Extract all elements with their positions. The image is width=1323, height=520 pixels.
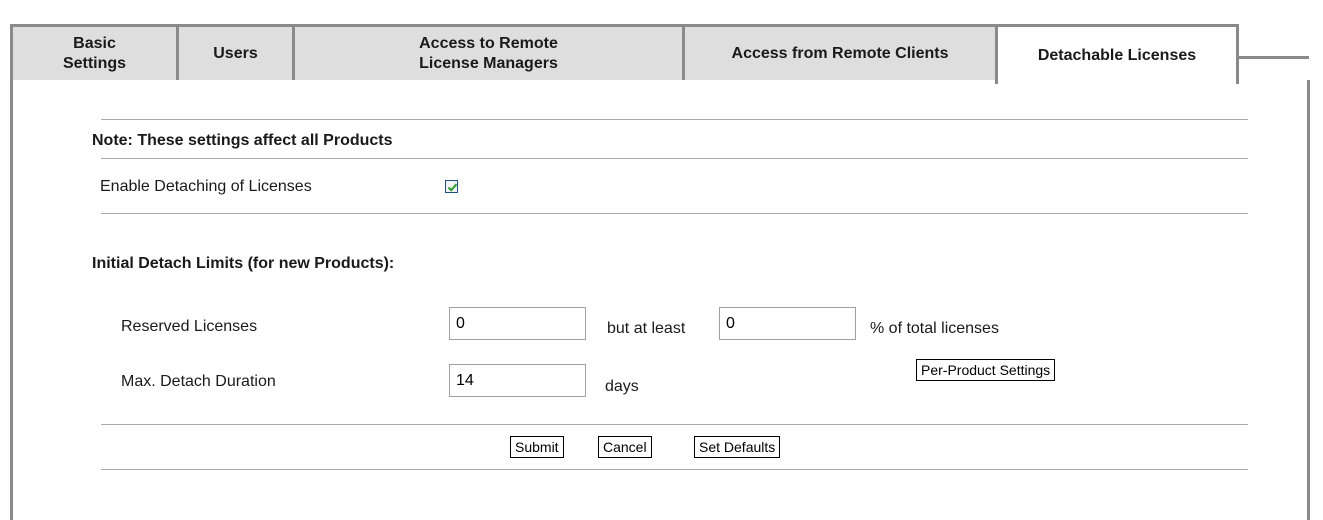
- tab-baseline: [1237, 56, 1309, 59]
- set-defaults-button[interactable]: Set Defaults: [694, 436, 781, 458]
- tab-label: Access to Remote License Managers: [419, 34, 558, 72]
- tab-detachable-licenses[interactable]: Detachable Licenses: [995, 24, 1239, 84]
- divider: [101, 424, 1248, 425]
- per-product-settings-button[interactable]: Per-Product Settings: [916, 359, 1056, 381]
- tab-basic-settings[interactable]: Basic Settings: [10, 24, 176, 80]
- tab-bar: Basic Settings Users Access to Remote Li…: [10, 24, 1307, 84]
- max-detach-duration-label: Max. Detach Duration: [121, 373, 276, 390]
- percent-of-total-label: % of total licenses: [870, 320, 999, 337]
- cancel-button[interactable]: Cancel: [598, 436, 652, 458]
- submit-button[interactable]: Submit: [510, 436, 564, 458]
- divider: [101, 469, 1248, 470]
- reserved-licenses-label: Reserved Licenses: [121, 318, 258, 335]
- tab-label: Access from Remote Clients: [731, 44, 949, 62]
- divider: [101, 158, 1248, 159]
- divider: [101, 119, 1248, 120]
- divider: [101, 213, 1248, 214]
- tab-label: Basic Settings: [62, 34, 127, 72]
- tab-access-to-remote-license-managers[interactable]: Access to Remote License Managers: [292, 24, 682, 80]
- tab-label: Detachable Licenses: [1037, 46, 1197, 64]
- settings-panel: Note: These settings affect all Products…: [10, 80, 1310, 520]
- note-heading: Note: These settings affect all Products: [92, 132, 393, 149]
- but-at-least-label: but at least: [607, 320, 686, 337]
- tab-users[interactable]: Users: [176, 24, 292, 80]
- days-label: days: [605, 378, 639, 395]
- tab-label: Users: [213, 44, 258, 62]
- reserved-percent-input[interactable]: [719, 307, 856, 340]
- max-detach-duration-input[interactable]: [449, 364, 586, 397]
- initial-detach-limits-heading: Initial Detach Limits (for new Products)…: [92, 255, 395, 272]
- enable-detaching-checkbox[interactable]: [445, 180, 458, 193]
- tab-access-from-remote-clients[interactable]: Access from Remote Clients: [682, 24, 998, 80]
- checkmark-icon: [447, 183, 458, 192]
- reserved-licenses-input[interactable]: [449, 307, 586, 340]
- enable-detaching-label: Enable Detaching of Licenses: [100, 178, 312, 195]
